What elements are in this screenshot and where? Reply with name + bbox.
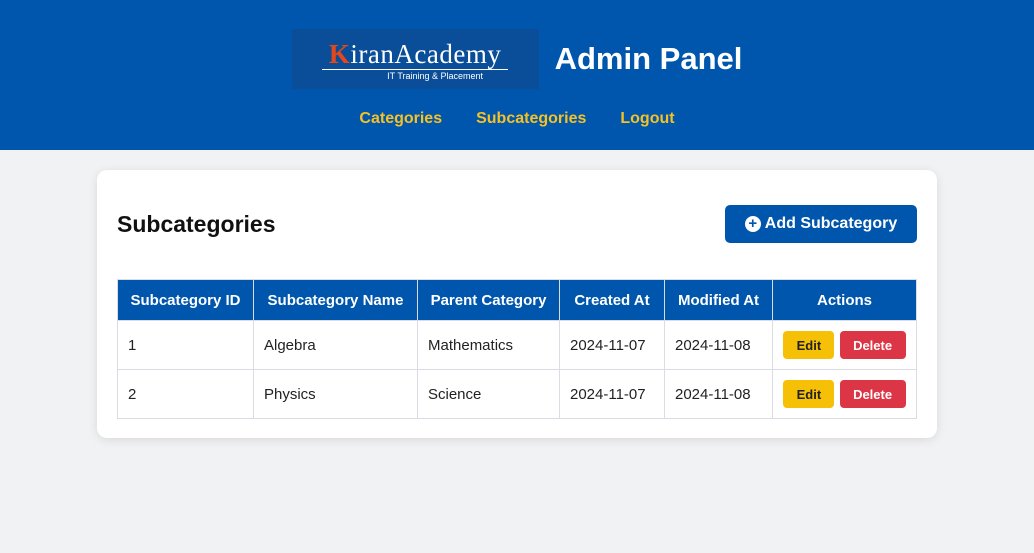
nav-subcategories[interactable]: Subcategories (476, 110, 586, 128)
nav-categories[interactable]: Categories (359, 110, 442, 128)
plus-circle-icon: + (744, 216, 761, 232)
section-title: Subcategories (117, 211, 276, 237)
col-actions: Actions (772, 279, 917, 321)
main-nav: Categories Subcategories Logout (0, 110, 1034, 128)
logo-underline (322, 69, 509, 70)
logo-tagline: IT Training & Placement (387, 71, 484, 81)
cell-id: 2 (117, 369, 254, 419)
subcategories-card: Subcategories + Add Subcategory Subcateg… (97, 170, 937, 438)
cell-parent: Science (417, 369, 560, 419)
table-row: 2 Physics Science 2024-11-07 2024-11-08 … (117, 369, 917, 419)
table-header-row: Subcategory ID Subcategory Name Parent C… (117, 279, 917, 321)
col-modified-at: Modified At (664, 279, 773, 321)
edit-button[interactable]: Edit (783, 331, 835, 359)
site-header: KiranAcademy IT Training & Placement Adm… (0, 0, 1034, 150)
kiran-academy-logo: KiranAcademy IT Training & Placement (291, 29, 539, 89)
add-subcategory-button[interactable]: + Add Subcategory (725, 205, 917, 243)
cell-name: Physics (253, 369, 418, 419)
cell-created: 2024-11-07 (559, 369, 665, 419)
cell-actions: Edit Delete (772, 369, 917, 419)
col-parent-category: Parent Category (417, 279, 560, 321)
delete-button[interactable]: Delete (839, 331, 906, 359)
col-subcategory-name: Subcategory Name (253, 279, 418, 321)
cell-modified: 2024-11-08 (664, 320, 773, 370)
cell-name: Algebra (253, 320, 418, 370)
add-subcategory-label: Add Subcategory (764, 215, 898, 232)
col-subcategory-id: Subcategory ID (117, 279, 254, 321)
logo-wordmark: KiranAcademy (328, 39, 502, 69)
brand-row: KiranAcademy IT Training & Placement Adm… (0, 29, 1034, 89)
col-created-at: Created At (559, 279, 665, 321)
delete-button[interactable]: Delete (839, 380, 906, 408)
edit-button[interactable]: Edit (783, 380, 835, 408)
cell-actions: Edit Delete (772, 320, 917, 370)
subcategories-table: Subcategory ID Subcategory Name Parent C… (117, 279, 917, 419)
cell-modified: 2024-11-08 (664, 369, 773, 419)
cell-id: 1 (117, 320, 254, 370)
nav-logout[interactable]: Logout (620, 110, 674, 128)
cell-created: 2024-11-07 (559, 320, 665, 370)
table-row: 1 Algebra Mathematics 2024-11-07 2024-11… (117, 320, 917, 370)
page-title: Admin Panel (554, 41, 743, 76)
cell-parent: Mathematics (417, 320, 560, 370)
